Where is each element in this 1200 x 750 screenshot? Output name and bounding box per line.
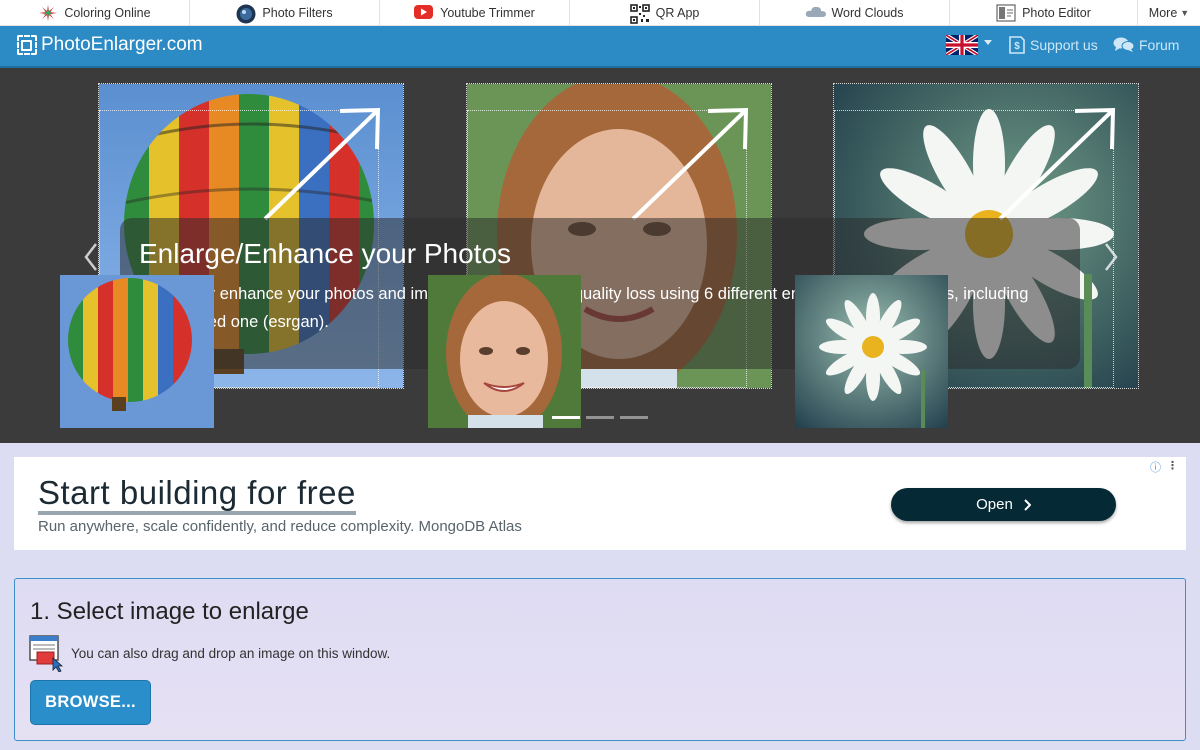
drag-drop-hint: You can also drag and drop an image on t… — [29, 634, 391, 673]
support-label: Support us — [1030, 37, 1098, 53]
chat-bubbles-icon — [1113, 37, 1135, 52]
tool-label: QR App — [655, 5, 700, 20]
lens-icon — [236, 4, 256, 23]
uk-flag-icon[interactable] — [946, 35, 978, 55]
tool-label: Photo Filters — [262, 5, 333, 20]
tool-coloring-online[interactable]: Coloring Online — [0, 0, 190, 25]
color-splash-icon — [38, 4, 58, 22]
cloud-icon — [805, 4, 827, 22]
svg-text:$: $ — [1014, 41, 1020, 52]
photo-editor-icon — [996, 3, 1016, 22]
ad-banner[interactable]: Start building for free Run anywhere, sc… — [14, 457, 1186, 550]
daisy-small-image — [795, 275, 948, 428]
portrait-small-image — [428, 275, 581, 428]
tools-bar: Coloring Online Photo Filters Youtube Tr… — [0, 0, 1200, 26]
browse-button[interactable]: BROWSE... — [30, 680, 151, 725]
tool-label: Photo Editor — [1022, 5, 1091, 20]
support-us-link[interactable]: $ Support us — [1008, 36, 1098, 54]
tool-youtube-trimmer[interactable]: Youtube Trimmer — [380, 0, 570, 25]
tool-photo-editor[interactable]: Photo Editor — [950, 0, 1138, 25]
youtube-icon — [414, 4, 434, 22]
tool-label: Coloring Online — [64, 5, 151, 20]
step-title: 1. Select image to enlarge — [30, 598, 309, 625]
site-header: PhotoEnlarger.com $ Support us Forum — [0, 26, 1200, 68]
chevron-down-icon: ▼ — [1180, 7, 1190, 18]
ad-subline: Run anywhere, scale confidently, and red… — [38, 518, 522, 535]
ad-open-button[interactable]: Open — [891, 488, 1116, 521]
carousel-indicators — [552, 416, 648, 419]
tool-qr-app[interactable]: QR App — [570, 0, 760, 25]
tool-label: More — [1148, 5, 1178, 20]
enlarge-logo-icon — [17, 35, 37, 55]
tool-label: Word Clouds — [831, 5, 904, 20]
carousel-next-icon[interactable] — [1098, 240, 1122, 274]
language-caret-icon[interactable] — [984, 40, 992, 45]
chevron-right-icon — [1024, 498, 1031, 511]
drag-drop-text: You can also drag and drop an image on t… — [71, 645, 391, 661]
donate-icon: $ — [1009, 36, 1025, 54]
tool-photo-filters[interactable]: Photo Filters — [190, 0, 380, 25]
tool-more[interactable]: More ▼ — [1138, 0, 1200, 25]
hero-carousel: Enlarge/Enhance your Photos Enlarge or e… — [0, 68, 1200, 443]
ad-choices[interactable]: ⓘ ⋮ — [1150, 459, 1178, 475]
brand-name: PhotoEnlarger.com — [41, 34, 203, 55]
qr-code-icon — [629, 3, 650, 24]
brand-logo[interactable]: PhotoEnlarger.com — [17, 34, 203, 56]
carousel-title: Enlarge/Enhance your Photos — [139, 238, 512, 269]
forum-link[interactable]: Forum — [1113, 36, 1179, 54]
enlarge-arrow-icon — [263, 107, 381, 221]
more-vertical-icon[interactable]: ⋮ — [1167, 459, 1178, 475]
ad-open-label: Open — [976, 496, 1013, 513]
forum-label: Forum — [1139, 37, 1180, 53]
carousel-dot-3[interactable] — [620, 416, 648, 419]
enlarge-arrow-icon — [998, 107, 1116, 221]
info-icon[interactable]: ⓘ — [1150, 459, 1161, 475]
carousel-prev-icon[interactable] — [80, 240, 104, 274]
enlarge-arrow-icon — [631, 107, 749, 221]
carousel-dot-1[interactable] — [552, 416, 580, 419]
select-image-panel: 1. Select image to enlarge You can also … — [14, 578, 1186, 741]
balloon-small-image — [60, 275, 214, 428]
drag-drop-icon — [29, 634, 67, 673]
carousel-dot-2[interactable] — [586, 416, 614, 419]
tool-label: Youtube Trimmer — [440, 5, 535, 20]
tool-word-clouds[interactable]: Word Clouds — [760, 0, 950, 25]
ad-headline[interactable]: Start building for free — [38, 475, 356, 515]
